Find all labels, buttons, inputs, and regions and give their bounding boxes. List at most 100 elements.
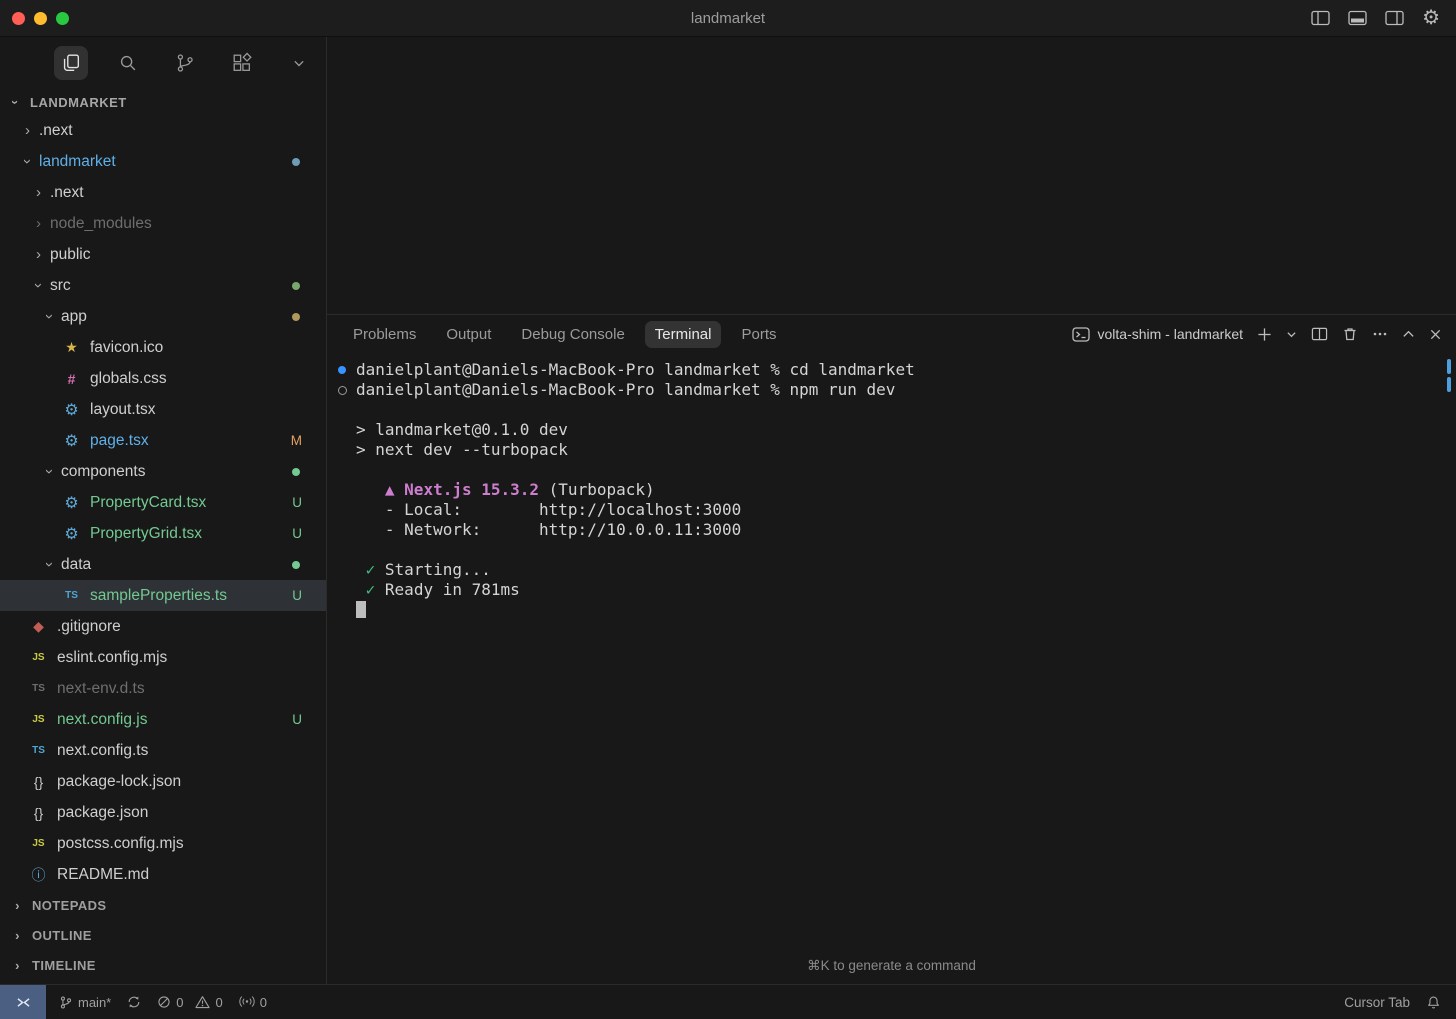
- settings-gear-icon[interactable]: ⚙: [1422, 8, 1440, 28]
- explorer-item-app[interactable]: ›app: [0, 301, 326, 332]
- branch-label: main*: [78, 995, 111, 1010]
- file-explorer: › LANDMARKET ›.next›landmarket›.next›nod…: [0, 89, 326, 984]
- kill-terminal-icon[interactable]: [1342, 326, 1358, 342]
- terminal-dropdown-icon[interactable]: [1286, 329, 1297, 340]
- sync-button[interactable]: [127, 995, 141, 1009]
- chevron-expanded-icon[interactable]: ›: [30, 278, 47, 293]
- panel-tab-output[interactable]: Output: [436, 321, 501, 348]
- explorer-item-.gitignore[interactable]: ◆.gitignore: [0, 611, 326, 642]
- explorer-section-notepads[interactable]: ›NOTEPADS: [0, 890, 326, 920]
- explorer-item-node_modules[interactable]: ›node_modules: [0, 208, 326, 239]
- chevron-expanded-icon[interactable]: ›: [41, 557, 58, 572]
- explorer-item-label: PropertyCard.tsx: [90, 494, 206, 512]
- terminal-selector[interactable]: volta-shim - landmarket: [1072, 326, 1244, 343]
- chevron-collapsed-icon[interactable]: ›: [31, 215, 46, 232]
- terminal-icon: [1072, 326, 1090, 343]
- react-gear-icon: ⚙: [62, 431, 81, 451]
- explorer-item-next.config.js[interactable]: JSnext.config.jsU: [0, 704, 326, 735]
- git-status-badge: M: [291, 433, 302, 448]
- section-label: NOTEPADS: [32, 898, 106, 913]
- javascript-icon: JS: [29, 652, 48, 663]
- close-panel-icon[interactable]: [1429, 328, 1442, 341]
- chevron-down-icon[interactable]: [282, 46, 316, 80]
- terminal-text: danielplant@Daniels-MacBook-Pro landmark…: [356, 380, 895, 400]
- explorer-section-outline[interactable]: › OUTLINE: [0, 920, 326, 950]
- extensions-icon[interactable]: [225, 46, 259, 80]
- explorer-item-label: globals.css: [90, 370, 167, 388]
- explorer-item-README.md[interactable]: ⓘREADME.md: [0, 859, 326, 890]
- terminal-output[interactable]: danielplant@Daniels-MacBook-Pro landmark…: [327, 353, 1456, 984]
- problems-indicator[interactable]: 0 0: [157, 995, 222, 1010]
- explorer-item-src[interactable]: ›src: [0, 270, 326, 301]
- chevron-expanded-icon[interactable]: ›: [41, 309, 58, 324]
- explorer-item-next-env.d.ts[interactable]: TSnext-env.d.ts: [0, 673, 326, 704]
- panel-tab-terminal[interactable]: Terminal: [645, 321, 722, 348]
- explorer-item-.next[interactable]: ›.next: [0, 177, 326, 208]
- terminal-gutter: [327, 600, 356, 620]
- explorer-item-label: .gitignore: [57, 618, 121, 636]
- close-button[interactable]: [12, 12, 25, 25]
- explorer-root-header[interactable]: › LANDMARKET: [0, 89, 326, 115]
- typescript-icon: TS: [29, 683, 48, 694]
- explorer-item-PropertyCard.tsx[interactable]: ⚙PropertyCard.tsxU: [0, 487, 326, 518]
- terminal-gutter: [327, 440, 356, 460]
- branch-indicator[interactable]: main*: [59, 995, 111, 1010]
- chevron-expanded-icon[interactable]: ›: [41, 464, 58, 479]
- layout-panel-icon[interactable]: [1348, 10, 1367, 26]
- new-terminal-icon[interactable]: [1257, 327, 1272, 342]
- panel-tab-debug-console[interactable]: Debug Console: [511, 321, 634, 348]
- section-label: OUTLINE: [32, 928, 92, 943]
- explorer-item-data[interactable]: ›data: [0, 549, 326, 580]
- explorer-item-globals.css[interactable]: # globals.css: [0, 363, 326, 394]
- explorer-item-layout.tsx[interactable]: ⚙layout.tsx: [0, 394, 326, 425]
- chevron-collapsed-icon[interactable]: ›: [20, 122, 35, 139]
- git-status-dot: [292, 561, 300, 569]
- cursor-tab-label[interactable]: Cursor Tab: [1344, 995, 1410, 1010]
- explorer-section-timeline[interactable]: ›TIMELINE: [0, 950, 326, 980]
- explorer-item-sampleProperties.ts[interactable]: TSsampleProperties.tsU: [0, 580, 326, 611]
- layout-sidebar-right-icon[interactable]: [1385, 10, 1404, 26]
- explorer-item-PropertyGrid.tsx[interactable]: ⚙PropertyGrid.tsxU: [0, 518, 326, 549]
- layout-sidebar-left-icon[interactable]: [1311, 10, 1330, 26]
- explorer-item-package-lock.json[interactable]: {}package-lock.json: [0, 766, 326, 797]
- bell-icon[interactable]: [1426, 995, 1441, 1010]
- chevron-expanded-icon[interactable]: ›: [19, 154, 36, 169]
- explorer-item-landmarket[interactable]: ›landmarket: [0, 146, 326, 177]
- titlebar-actions: ⚙: [1311, 8, 1456, 28]
- explorer-item-favicon.ico[interactable]: ★favicon.ico: [0, 332, 326, 363]
- info-icon: ⓘ: [29, 865, 48, 885]
- ports-indicator[interactable]: 0: [239, 995, 267, 1010]
- explorer-item-next.config.ts[interactable]: TSnext.config.ts: [0, 735, 326, 766]
- css-hash-icon: #: [62, 371, 81, 387]
- search-icon[interactable]: [111, 46, 145, 80]
- chevron-collapsed-icon: ›: [10, 928, 25, 943]
- source-control-icon[interactable]: [168, 46, 202, 80]
- explorer-item-page.tsx[interactable]: ⚙page.tsxM: [0, 425, 326, 456]
- explorer-item-label: next.config.ts: [57, 742, 148, 760]
- split-terminal-icon[interactable]: [1311, 326, 1328, 342]
- explorer-item-public[interactable]: ›public: [0, 239, 326, 270]
- explorer-item-package.json[interactable]: {}package.json: [0, 797, 326, 828]
- explorer-item-postcss.config.mjs[interactable]: JSpostcss.config.mjs: [0, 828, 326, 859]
- explorer-item-.next[interactable]: ›.next: [0, 115, 326, 146]
- terminal-line: ✓ Starting...: [327, 560, 1456, 580]
- explorer-root-label: LANDMARKET: [30, 95, 127, 110]
- explorer-item-label: public: [50, 246, 91, 264]
- explorer-item-eslint.config.mjs[interactable]: JSeslint.config.mjs: [0, 642, 326, 673]
- panel-tab-ports[interactable]: Ports: [731, 321, 786, 348]
- panel-tab-problems[interactable]: Problems: [343, 321, 426, 348]
- maximize-panel-icon[interactable]: [1402, 328, 1415, 341]
- minimize-button[interactable]: [34, 12, 47, 25]
- explorer-item-components[interactable]: ›components: [0, 456, 326, 487]
- remote-indicator[interactable]: [0, 985, 46, 1019]
- chevron-collapsed-icon: ›: [10, 958, 25, 973]
- chevron-collapsed-icon[interactable]: ›: [31, 184, 46, 201]
- editor-area[interactable]: [327, 37, 1456, 315]
- git-status-dot: [292, 313, 300, 321]
- more-actions-icon[interactable]: [1372, 326, 1388, 342]
- explorer-item-label: layout.tsx: [90, 401, 155, 419]
- explorer-files-icon[interactable]: [54, 46, 88, 80]
- terminal-line: [327, 600, 1456, 620]
- chevron-collapsed-icon[interactable]: ›: [31, 246, 46, 263]
- zoom-button[interactable]: [56, 12, 69, 25]
